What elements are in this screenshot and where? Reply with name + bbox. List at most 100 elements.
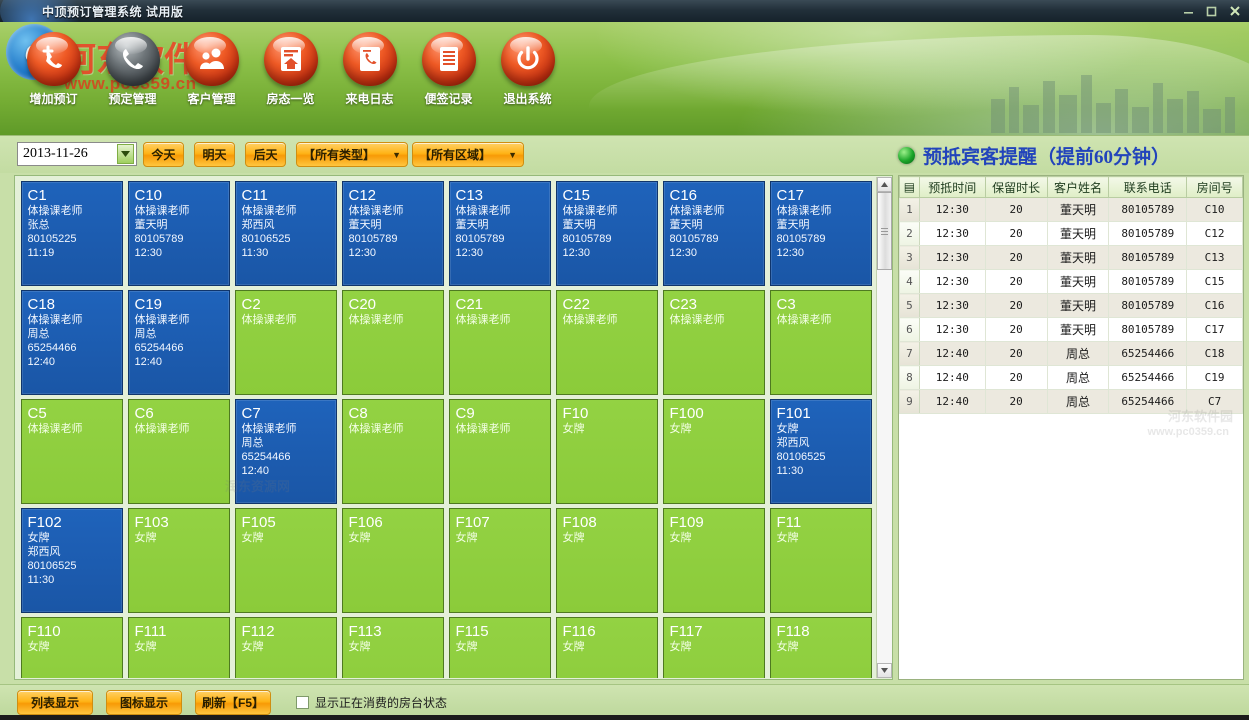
scroll-up-icon[interactable] <box>877 177 892 192</box>
toolbar-item-exit[interactable]: 退出系统 <box>488 32 567 107</box>
guest-phone: 65254466 <box>242 450 330 464</box>
toolbar-item-room-status[interactable]: 房态一览 <box>251 32 330 107</box>
today-button[interactable]: 今天 <box>143 142 184 167</box>
tomorrow-button[interactable]: 明天 <box>194 142 235 167</box>
table-row[interactable]: 712:4020周总65254466C18 <box>900 342 1243 366</box>
after-tomorrow-button[interactable]: 后天 <box>245 142 286 167</box>
room-card[interactable]: F10女牌 <box>556 399 658 504</box>
room-number: F11 <box>777 514 865 531</box>
type-filter-dropdown[interactable]: 【所有类型】 ▼ <box>296 142 408 167</box>
room-card[interactable]: C16体操课老师董天明8010578912:30 <box>663 181 765 286</box>
cell-phone: 80105789 <box>1109 270 1187 294</box>
checkbox-box[interactable] <box>296 696 309 709</box>
room-card[interactable]: F112女牌 <box>235 617 337 678</box>
room-card[interactable]: C8体操课老师 <box>342 399 444 504</box>
area-filter-value: 【所有区域】 <box>419 146 491 163</box>
arrival-time: 11:19 <box>28 246 116 260</box>
room-card[interactable]: C9体操课老师 <box>449 399 551 504</box>
table-row[interactable]: 312:3020董天明80105789C13 <box>900 246 1243 270</box>
room-card[interactable]: C1体操课老师张总8010522511:19 <box>21 181 123 286</box>
room-card[interactable]: C17体操课老师董天明8010578912:30 <box>770 181 872 286</box>
room-card[interactable]: C19体操课老师周总6525446612:40 <box>128 290 230 395</box>
guest-phone: 80105789 <box>349 232 437 246</box>
room-card[interactable]: F109女牌 <box>663 508 765 613</box>
room-type: 女牌 <box>28 640 116 654</box>
room-card[interactable]: C5体操课老师 <box>21 399 123 504</box>
room-type: 女牌 <box>242 640 330 654</box>
room-grid-scrollbar[interactable] <box>876 177 891 678</box>
room-card[interactable]: C15体操课老师董天明8010578912:30 <box>556 181 658 286</box>
room-card[interactable]: C7体操课老师周总6525446612:40 <box>235 399 337 504</box>
room-card[interactable]: F102女牌郑西风8010652511:30 <box>21 508 123 613</box>
room-card[interactable]: C3体操课老师 <box>770 290 872 395</box>
room-card[interactable]: F113女牌 <box>342 617 444 678</box>
column-header-phone[interactable]: 联系电话 <box>1109 177 1187 198</box>
toolbar-item-booking-manage[interactable]: 预定管理 <box>93 32 172 107</box>
table-row[interactable]: 112:3020董天明80105789C10 <box>900 198 1243 222</box>
toolbar-item-customer-manage[interactable]: 客户管理 <box>172 32 251 107</box>
show-consuming-rooms-checkbox[interactable]: 显示正在消费的房台状态 <box>296 694 447 711</box>
table-row[interactable]: 512:3020董天明80105789C16 <box>900 294 1243 318</box>
date-picker[interactable]: 2013-11-26 <box>17 142 137 166</box>
maximize-icon[interactable] <box>1201 2 1222 20</box>
room-card[interactable]: C21体操课老师 <box>449 290 551 395</box>
chevron-down-icon[interactable] <box>117 144 134 164</box>
scrollbar-thumb[interactable] <box>877 192 892 270</box>
room-type: 体操课老师 <box>349 422 437 436</box>
toolbar-item-notes[interactable]: 便签记录 <box>409 32 488 107</box>
close-icon[interactable] <box>1224 2 1245 20</box>
room-card[interactable]: C22体操课老师 <box>556 290 658 395</box>
scroll-down-icon[interactable] <box>877 663 892 678</box>
guest-name: 郑西风 <box>28 545 116 559</box>
room-number: F103 <box>135 514 223 531</box>
room-type: 女牌 <box>670 422 758 436</box>
room-card[interactable]: F106女牌 <box>342 508 444 613</box>
room-card[interactable]: C13体操课老师董天明8010578912:30 <box>449 181 551 286</box>
room-card[interactable]: C11体操课老师郑西风8010652511:30 <box>235 181 337 286</box>
column-header-arrival-time[interactable]: 预抵时间 <box>919 177 985 198</box>
room-card[interactable]: F117女牌 <box>663 617 765 678</box>
room-card[interactable]: C18体操课老师周总6525446612:40 <box>21 290 123 395</box>
room-number: C20 <box>349 296 437 313</box>
room-number: F112 <box>242 623 330 640</box>
scrollbar-track[interactable] <box>877 192 892 663</box>
table-row[interactable]: 612:3020董天明80105789C17 <box>900 318 1243 342</box>
table-row[interactable]: 212:3020董天明80105789C12 <box>900 222 1243 246</box>
room-card[interactable]: F118女牌 <box>770 617 872 678</box>
room-card[interactable]: F105女牌 <box>235 508 337 613</box>
room-type: 体操课老师 <box>28 204 116 218</box>
icon-view-button[interactable]: 图标显示 <box>106 690 182 715</box>
room-card[interactable]: F100女牌 <box>663 399 765 504</box>
room-number: C23 <box>670 296 758 313</box>
toolbar-item-call-log[interactable]: 来电日志 <box>330 32 409 107</box>
room-card[interactable]: F101女牌郑西风8010652511:30 <box>770 399 872 504</box>
room-card[interactable]: F108女牌 <box>556 508 658 613</box>
toolbar-item-add-booking[interactable]: 增加预订 <box>14 32 93 107</box>
room-card[interactable]: C23体操课老师 <box>663 290 765 395</box>
table-row[interactable]: 912:4020周总65254466C7 <box>900 390 1243 414</box>
minimize-icon[interactable] <box>1178 2 1199 20</box>
list-view-button[interactable]: 列表显示 <box>17 690 93 715</box>
cell-phone: 65254466 <box>1109 366 1187 390</box>
room-card[interactable]: C6体操课老师 <box>128 399 230 504</box>
room-card[interactable]: F11女牌 <box>770 508 872 613</box>
table-row[interactable]: 812:4020周总65254466C19 <box>900 366 1243 390</box>
room-card[interactable]: C10体操课老师董天明8010578912:30 <box>128 181 230 286</box>
room-card[interactable]: F111女牌 <box>128 617 230 678</box>
room-card[interactable]: F103女牌 <box>128 508 230 613</box>
column-header-hold-duration[interactable]: 保留时长 <box>985 177 1047 198</box>
column-header-room-no[interactable]: 房间号 <box>1187 177 1243 198</box>
room-card[interactable]: F116女牌 <box>556 617 658 678</box>
table-row[interactable]: 412:3020董天明80105789C15 <box>900 270 1243 294</box>
room-card[interactable]: C12体操课老师董天明8010578912:30 <box>342 181 444 286</box>
room-card[interactable]: F115女牌 <box>449 617 551 678</box>
grid-menu-icon[interactable]: ▤ <box>900 177 920 198</box>
refresh-button[interactable]: 刷新【F5】 <box>195 690 271 715</box>
column-header-guest-name[interactable]: 客户姓名 <box>1047 177 1109 198</box>
area-filter-dropdown[interactable]: 【所有区域】 ▼ <box>412 142 524 167</box>
room-card[interactable]: C20体操课老师 <box>342 290 444 395</box>
room-card[interactable]: C2体操课老师 <box>235 290 337 395</box>
customers-icon <box>185 32 239 86</box>
room-card[interactable]: F110女牌 <box>21 617 123 678</box>
room-card[interactable]: F107女牌 <box>449 508 551 613</box>
